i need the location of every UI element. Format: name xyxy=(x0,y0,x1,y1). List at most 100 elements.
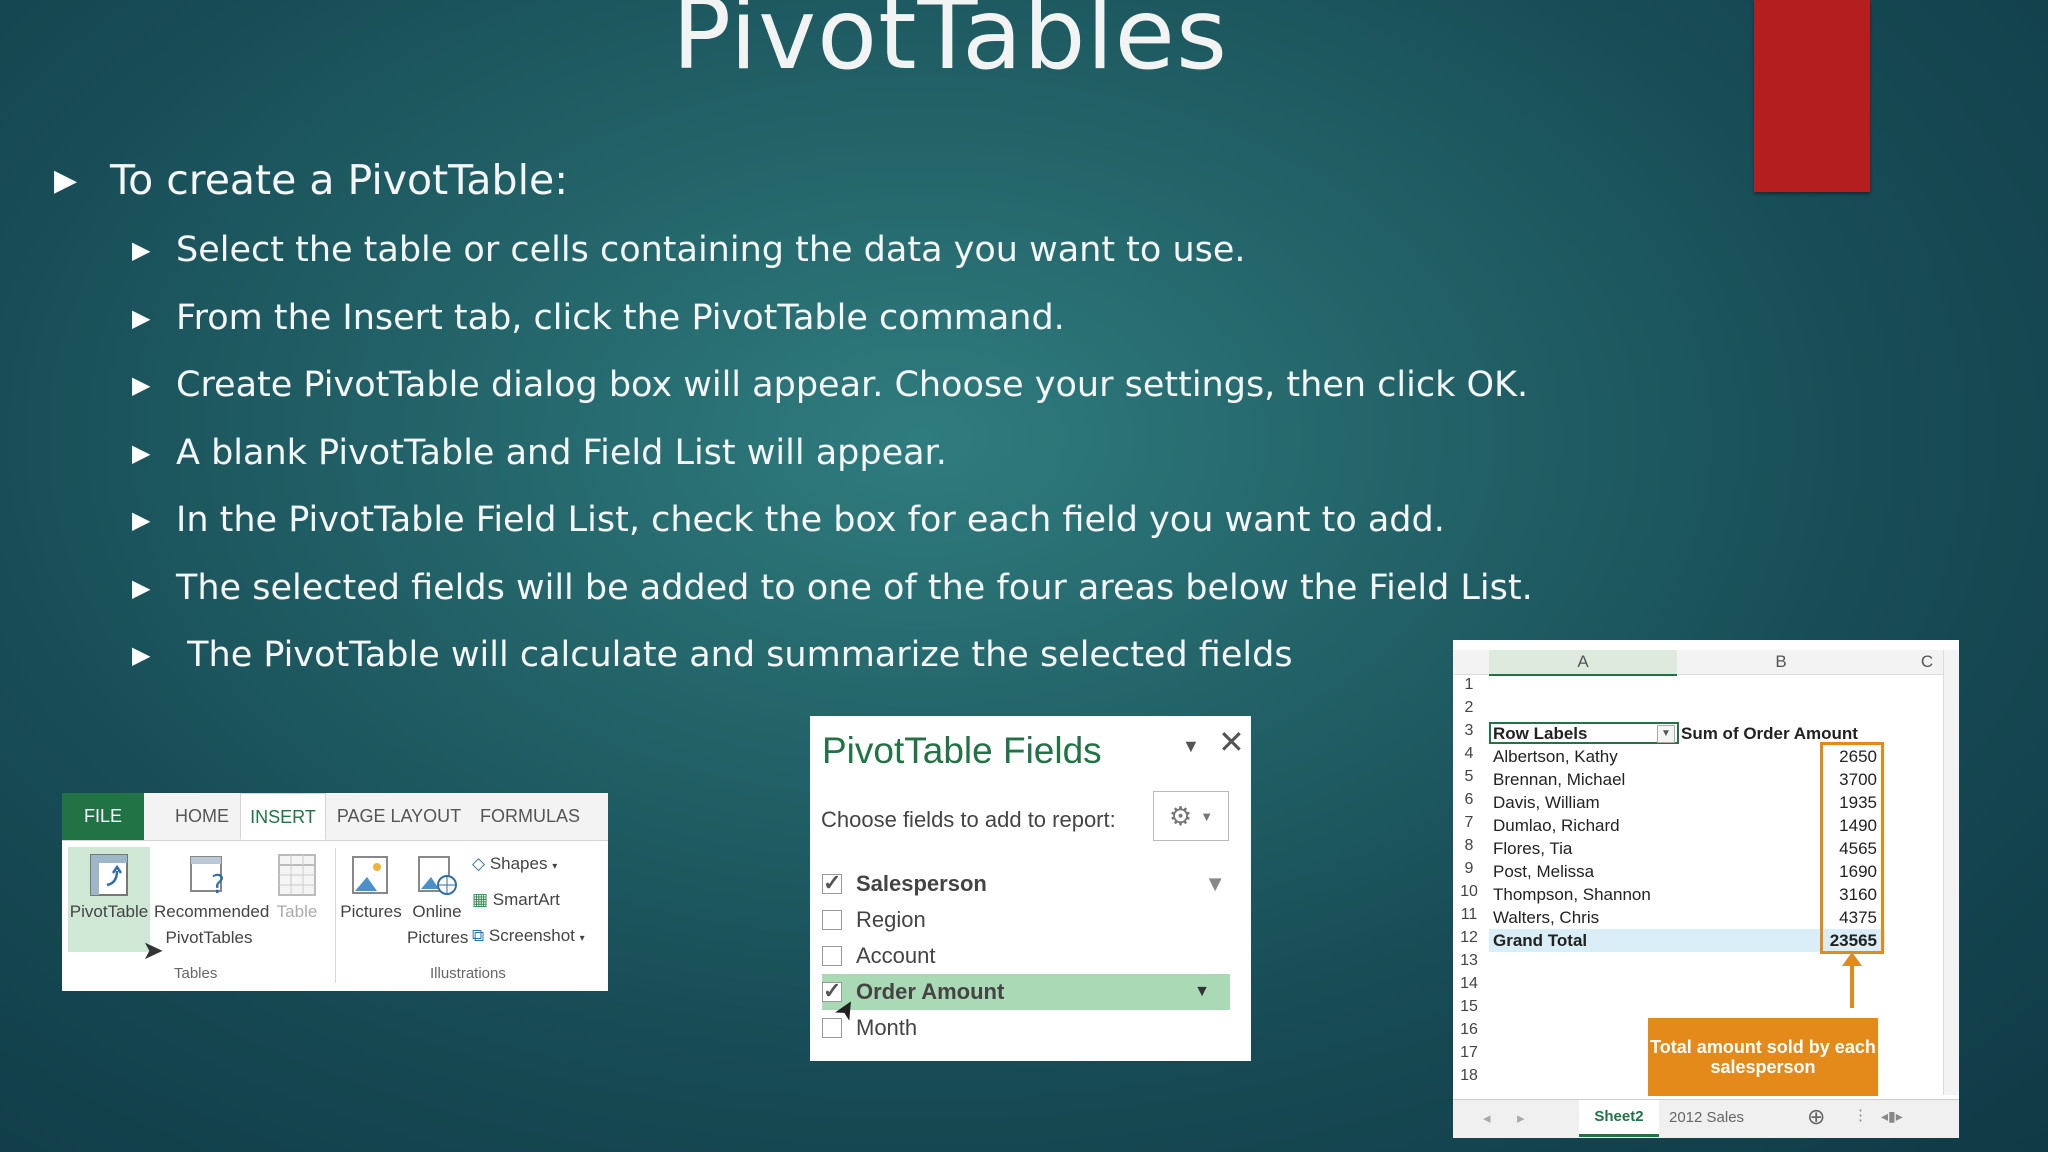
step-text: In the PivotTable Field List, check the … xyxy=(176,500,1445,540)
group-label-illustrations: Illustrations xyxy=(430,965,506,982)
row-number: 2 xyxy=(1464,699,1474,716)
step-bullet: ▶ A blank PivotTable and Field List will … xyxy=(132,433,947,473)
salesperson-name: Brennan, Michael xyxy=(1493,770,1626,789)
field-label: Month xyxy=(856,1015,918,1040)
gear-icon: ⚙ xyxy=(1168,800,1193,831)
column-header-b[interactable]: B xyxy=(1679,650,1883,674)
bullet-arrow-icon: ▶ xyxy=(132,439,151,467)
salesperson-name: Flores, Tia xyxy=(1493,839,1573,858)
row-number: 8 xyxy=(1464,837,1474,854)
row-number: 18 xyxy=(1460,1067,1478,1084)
sheet-tab-sheet2[interactable]: Sheet2 xyxy=(1579,1100,1659,1137)
tab-page-layout[interactable]: PAGE LAYOUT xyxy=(334,793,464,840)
row-labels-header: Row Labels xyxy=(1493,724,1588,743)
slide-title: PivotTables xyxy=(671,0,1229,92)
sheet-tab-2012-sales[interactable]: 2012 Sales xyxy=(1669,1109,1744,1126)
row-number: 4 xyxy=(1464,745,1474,762)
step-bullet: ▶ The selected fields will be added to on… xyxy=(132,568,1533,608)
pictures-button[interactable]: Pictures xyxy=(339,847,403,925)
field-item-region[interactable]: Region xyxy=(822,902,1230,938)
tab-insert[interactable]: INSERT xyxy=(240,793,326,840)
step-text: A blank PivotTable and Field List will a… xyxy=(176,433,947,473)
dropdown-arrow-icon: ▼ xyxy=(1200,808,1214,824)
svg-text:?: ? xyxy=(211,870,225,897)
recommended-label-1: Recommended xyxy=(154,902,270,921)
salesperson-name: Thompson, Shannon xyxy=(1493,885,1651,904)
step-text: Create PivotTable dialog box will appear… xyxy=(176,365,1529,405)
dropdown-arrow-icon: ▾ xyxy=(552,861,558,872)
row-number: 15 xyxy=(1460,998,1478,1015)
shapes-button[interactable]: ◇ Shapes ▾ xyxy=(472,851,557,880)
smartart-icon: ▦ xyxy=(472,890,489,909)
add-sheet-icon[interactable]: ⊕ xyxy=(1807,1104,1825,1130)
pictures-label: Pictures xyxy=(340,902,402,921)
field-item-order-amount[interactable]: ✓ Order Amount ▼ xyxy=(822,974,1230,1010)
step-bullet: ▶ In the PivotTable Field List, check the… xyxy=(132,500,1445,540)
table-icon xyxy=(278,854,316,896)
column-header-a[interactable]: A xyxy=(1489,650,1677,676)
filter-dropdown-icon[interactable]: ▼ xyxy=(1657,725,1675,743)
bullet-arrow-icon: ▶ xyxy=(132,506,151,534)
field-label: Salesperson xyxy=(856,871,987,896)
settings-button[interactable]: ⚙ ▼ xyxy=(1153,791,1229,841)
online-label-1: Online xyxy=(412,902,462,921)
smartart-label: SmartArt xyxy=(492,890,560,909)
dropdown-arrow-icon: ▾ xyxy=(579,933,585,944)
salesperson-name: Davis, William xyxy=(1493,793,1600,812)
bullet-arrow-icon: ▶ xyxy=(132,371,151,399)
field-item-salesperson[interactable]: ✓ Salesperson ▼ xyxy=(822,866,1230,902)
callout-note: Total amount sold by each salesperson xyxy=(1648,1018,1878,1096)
pivottable-fields-panel: PivotTable Fields ▼ ✕ Choose fields to a… xyxy=(810,716,1251,1061)
grand-total-label: Grand Total xyxy=(1493,931,1588,950)
recommended-pivottables-button[interactable]: ? Recommended PivotTables xyxy=(154,847,270,951)
pivottable-icon xyxy=(90,854,128,896)
tab-home[interactable]: HOME xyxy=(152,793,252,840)
online-label-2: Pictures xyxy=(407,928,469,947)
red-accent-block xyxy=(1754,0,1870,192)
tab-formulas[interactable]: FORMULAS xyxy=(472,793,588,840)
checkbox[interactable] xyxy=(822,946,842,966)
row-number: 14 xyxy=(1460,975,1478,992)
screenshot-label: Screenshot xyxy=(488,926,575,945)
scroll-right-icon[interactable]: ▸ xyxy=(1517,1109,1525,1127)
pivottable-label: PivotTable xyxy=(69,902,149,921)
step-bullet: ▶ From the Insert tab, click the PivotTab… xyxy=(132,298,1065,338)
recommended-label-2: PivotTables xyxy=(165,928,253,947)
field-item-account[interactable]: Account xyxy=(822,938,1230,974)
bullet-arrow-icon: ▶ xyxy=(132,236,151,264)
screenshot-button[interactable]: ⧉ Screenshot ▾ xyxy=(472,923,585,952)
checkbox-checked[interactable]: ✓ xyxy=(822,872,842,894)
bullet-heading: ▶ To create a PivotTable: xyxy=(54,156,568,204)
step-text: Select the table or cells containing the… xyxy=(176,230,1246,270)
fields-panel-title: PivotTable Fields xyxy=(822,730,1102,771)
field-item-month[interactable]: Month xyxy=(822,1010,1230,1046)
table-label: Table xyxy=(276,902,318,921)
checkbox[interactable] xyxy=(822,1018,842,1038)
table-button[interactable]: Table xyxy=(272,847,322,925)
pivottable-button[interactable]: PivotTable xyxy=(68,847,150,952)
close-icon[interactable]: ✕ xyxy=(1218,726,1245,758)
column-header-c[interactable]: C xyxy=(1917,650,1937,674)
row-number: 17 xyxy=(1460,1044,1478,1061)
row-number: 11 xyxy=(1460,906,1478,923)
checkbox[interactable] xyxy=(822,910,842,930)
bullet-arrow-icon: ▶ xyxy=(132,574,151,602)
bullet-heading-text: To create a PivotTable: xyxy=(110,156,569,204)
row-number: 16 xyxy=(1460,1021,1478,1038)
scroll-left-icon[interactable]: ◂ xyxy=(1483,1109,1491,1127)
panel-options-dropdown-icon[interactable]: ▼ xyxy=(1182,736,1200,757)
dropdown-arrow-icon[interactable]: ▼ xyxy=(1194,983,1210,1001)
value-highlight-box xyxy=(1820,742,1884,954)
vertical-scrollbar[interactable] xyxy=(1943,650,1959,1095)
bullet-arrow-icon: ▶ xyxy=(132,641,151,669)
step-bullet: ▶ The PivotTable will calculate and summ… xyxy=(132,635,1293,675)
group-separator xyxy=(335,848,336,983)
bullet-arrow-icon: ▶ xyxy=(132,304,151,332)
smartart-button[interactable]: ▦ SmartArt xyxy=(472,887,560,913)
tab-file[interactable]: FILE xyxy=(62,793,144,840)
pivot-spreadsheet: A B C 1 2 3 4 5 6 7 8 9 10 11 12 13 14 1… xyxy=(1453,640,1959,1138)
online-pictures-button[interactable]: Online Pictures xyxy=(407,847,469,951)
field-label: Account xyxy=(856,943,936,968)
horizontal-scroll-icon[interactable]: ◂▮▸ xyxy=(1881,1108,1903,1125)
salesperson-name: Walters, Chris xyxy=(1493,908,1600,927)
